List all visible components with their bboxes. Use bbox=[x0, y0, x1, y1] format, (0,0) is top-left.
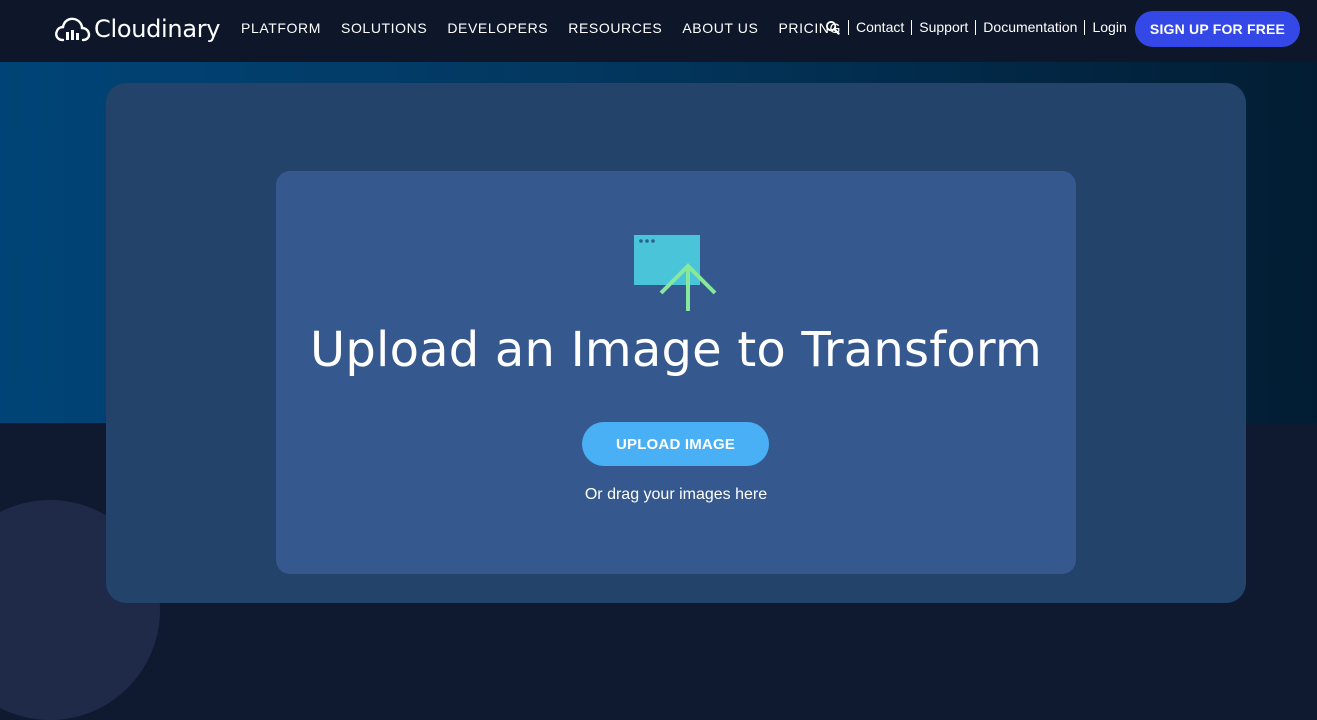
drag-hint-text: Or drag your images here bbox=[584, 486, 768, 503]
top-navigation-bar: Cloudinary PLATFORM SOLUTIONS DEVELOPERS… bbox=[0, 0, 1317, 62]
search-button[interactable] bbox=[825, 20, 840, 35]
nav-item-developers[interactable]: DEVELOPERS bbox=[447, 20, 548, 36]
brand-name: Cloudinary bbox=[94, 15, 221, 43]
nav-item-platform[interactable]: PLATFORM bbox=[241, 20, 321, 36]
upload-title: Upload an Image to Transform bbox=[310, 322, 1042, 378]
upload-image-button[interactable]: UPLOAD IMAGE bbox=[582, 422, 769, 466]
upload-window-icon bbox=[634, 235, 717, 311]
login-link[interactable]: Login bbox=[1084, 20, 1133, 35]
sign-up-button[interactable]: SIGN UP FOR FREE bbox=[1135, 11, 1300, 47]
documentation-link[interactable]: Documentation bbox=[975, 20, 1084, 35]
utility-nav: Contact Support Documentation Login bbox=[825, 20, 1134, 35]
nav-item-resources[interactable]: RESOURCES bbox=[568, 20, 662, 36]
main-nav: PLATFORM SOLUTIONS DEVELOPERS RESOURCES … bbox=[241, 20, 841, 36]
search-icon bbox=[825, 20, 840, 35]
nav-item-solutions[interactable]: SOLUTIONS bbox=[341, 20, 427, 36]
contact-link[interactable]: Contact bbox=[848, 20, 911, 35]
support-link[interactable]: Support bbox=[911, 20, 975, 35]
brand-logo[interactable]: Cloudinary bbox=[53, 12, 221, 46]
nav-item-about-us[interactable]: ABOUT US bbox=[682, 20, 758, 36]
cloud-logo-icon bbox=[55, 17, 91, 42]
